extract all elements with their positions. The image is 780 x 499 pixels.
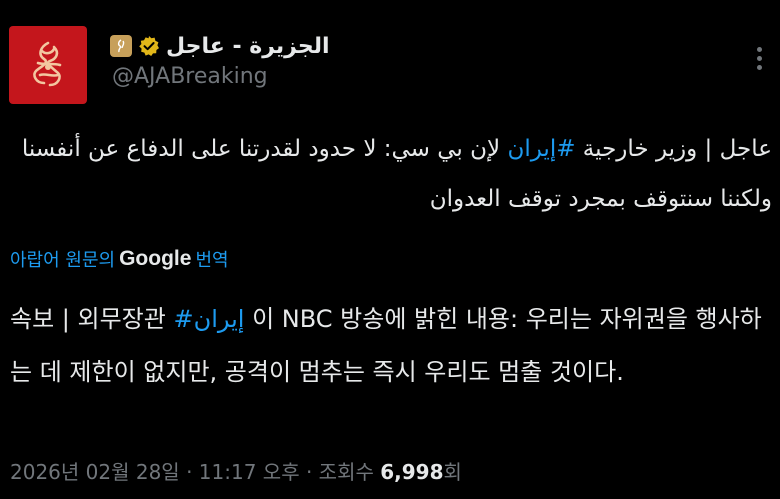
translated-text-prefix: 속보 | 외무장관 xyxy=(10,305,174,333)
tweet-date[interactable]: 2026년 02월 28일 xyxy=(10,460,180,484)
avatar[interactable] xyxy=(9,26,87,104)
user-handle[interactable]: @AJABreaking xyxy=(112,64,268,89)
views-count: 6,998 xyxy=(380,460,444,484)
author-name-row[interactable]: الجزيرة - عاجل xyxy=(110,32,330,60)
translation-attribution[interactable]: 아랍어 원문의 Google 번역 xyxy=(10,246,229,272)
google-wordmark: Google xyxy=(119,247,192,270)
al-jazeera-logo xyxy=(33,41,62,87)
display-name: الجزيرة - عاجل xyxy=(166,33,330,59)
views-label: 조회수 xyxy=(318,460,381,484)
more-dot xyxy=(756,55,762,61)
verified-gold-icon xyxy=(139,36,159,56)
affiliate-badge-icon xyxy=(110,35,132,57)
meta-separator: · xyxy=(299,460,319,484)
translate-suffix: 번역 xyxy=(195,250,229,271)
translate-prefix: 아랍어 원문의 xyxy=(10,250,116,271)
meta-separator: · xyxy=(179,460,199,484)
original-tweet-text: عاجل | وزير خارجية #إيران لإن بي سي: لا … xyxy=(12,124,772,224)
views-suffix: 회 xyxy=(443,460,462,484)
tweet-metadata: 2026년 02월 28일 · 11:17 오후 · 조회수 6,998회 xyxy=(10,456,462,485)
more-options-icon[interactable] xyxy=(748,44,770,72)
translated-tweet-text: 속보 | 외무장관 #إيران 이 NBC 방송에 밝힌 내용: 우리는 자위… xyxy=(10,293,770,399)
original-text-prefix: عاجل | وزير خارجية xyxy=(575,136,772,162)
more-dot xyxy=(756,46,762,52)
tweet-time[interactable]: 11:17 오후 xyxy=(199,460,300,484)
more-dot xyxy=(756,64,762,70)
translated-hashtag-link[interactable]: #إيران xyxy=(173,305,244,333)
hashtag-link[interactable]: #إيران xyxy=(507,136,575,162)
tweet-card: الجزيرة - عاجل @AJABreaking عاجل | وزير … xyxy=(0,0,780,499)
